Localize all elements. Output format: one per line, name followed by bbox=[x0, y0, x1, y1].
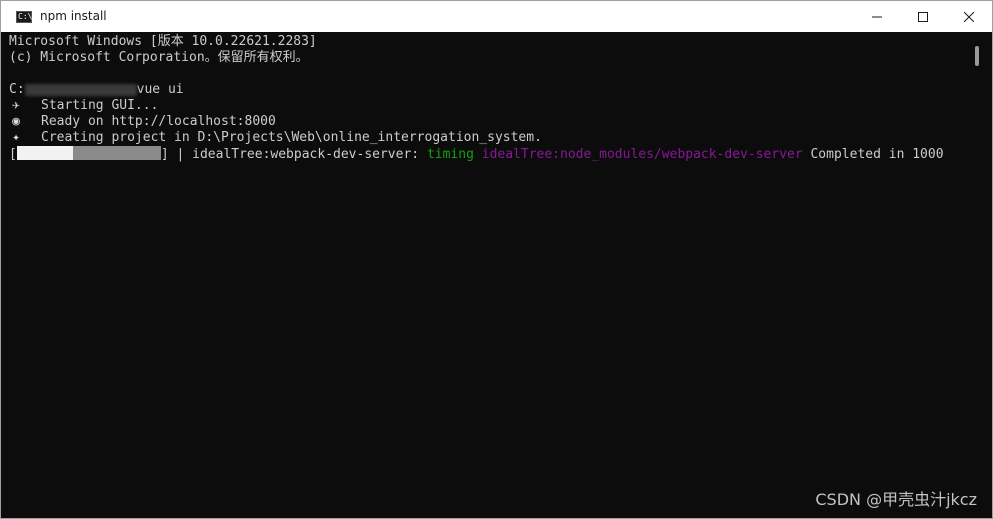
vertical-scrollbar[interactable] bbox=[971, 32, 992, 518]
globe-icon: ◉ bbox=[12, 114, 20, 129]
progress-fill bbox=[16, 146, 73, 160]
title-bar[interactable]: C:\ npm install bbox=[1, 1, 992, 32]
header-line-version: Microsoft Windows [版本 10.0.22621.2283] bbox=[9, 34, 317, 49]
maximize-icon bbox=[918, 11, 928, 22]
terminal-icon-glyph: C:\ bbox=[18, 11, 33, 21]
prompt-prefix: C: bbox=[9, 82, 25, 97]
creating-text: Creating project in D:\Projects\Web\onli… bbox=[41, 130, 542, 145]
starting-text: Starting GUI... bbox=[41, 98, 159, 113]
starting-line: ✈ Starting GUI... bbox=[1, 98, 971, 114]
maximize-button[interactable] bbox=[900, 1, 946, 32]
terminal-window: C:\ npm install Microsoft Windows [版本 10… bbox=[0, 0, 993, 519]
minimize-icon bbox=[872, 16, 882, 17]
progress-detail: idealTree:node_modules/webpack-dev-serve… bbox=[473, 147, 803, 162]
progress-bar bbox=[16, 146, 161, 160]
scrollbar-thumb[interactable] bbox=[975, 46, 979, 66]
progress-suffix: Completed in 1000 bbox=[802, 147, 944, 162]
watermark: CSDN @甲壳虫汁jkcz bbox=[815, 490, 977, 509]
ready-text: Ready on http://localhost:8000 bbox=[41, 114, 276, 129]
header-line-copyright: (c) Microsoft Corporation。保留所有权利。 bbox=[9, 50, 309, 65]
rocket-icon: ✈ bbox=[12, 98, 20, 113]
minimize-button[interactable] bbox=[854, 1, 900, 32]
sparkles-icon: ✦ bbox=[12, 130, 20, 145]
progress-line: [ ] | idealTree:webpack-dev-server: timin… bbox=[1, 146, 971, 162]
progress-close-bracket: ] | bbox=[160, 147, 193, 162]
close-icon bbox=[964, 11, 974, 22]
window-title: npm install bbox=[40, 9, 107, 23]
progress-status: timing bbox=[426, 147, 474, 162]
redacted-path bbox=[24, 83, 137, 96]
ready-line: ◉ Ready on http://localhost:8000 bbox=[1, 114, 971, 130]
prompt-line: C: vue ui bbox=[1, 82, 971, 98]
prompt-command: vue ui bbox=[136, 82, 184, 97]
progress-task: idealTree:webpack-dev-server: bbox=[192, 147, 427, 162]
progress-open-bracket: [ bbox=[9, 147, 17, 162]
window-controls bbox=[854, 1, 992, 32]
creating-line: ✦ Creating project in D:\Projects\Web\onl… bbox=[1, 130, 971, 146]
close-button[interactable] bbox=[946, 1, 992, 32]
terminal-output[interactable]: Microsoft Windows [版本 10.0.22621.2283] (… bbox=[1, 32, 971, 518]
terminal-icon: C:\ bbox=[16, 10, 33, 23]
